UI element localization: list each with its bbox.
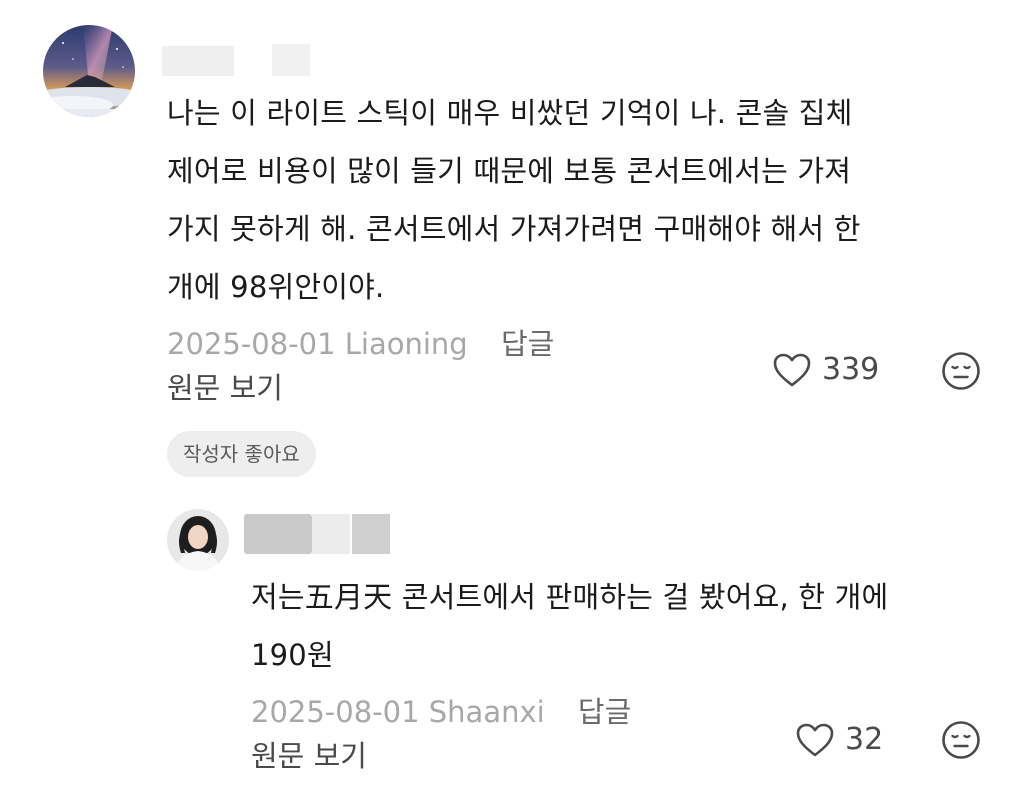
replier-username-redacted-2 [312,514,350,554]
reply-location: Shaanxi [428,695,545,729]
meh-face-icon[interactable] [941,351,981,391]
comment-body: 나는 이 라이트 스틱이 매우 비쌌던 기억이 나. 콘솔 집체 제어로 비용이… [167,90,861,310]
like-button[interactable]: 32 [795,720,883,760]
reply-meta: 2025-08-01 Shaanxi 답글 [251,694,631,730]
heart-outline-icon [772,352,812,388]
reply-line: 저는五月天 콘서트에서 판매하는 걸 봤어요, 한 개에 [251,580,889,614]
author-liked-badge: 작성자 좋아요 [167,431,316,477]
replier-avatar[interactable] [167,509,229,571]
commenter-avatar[interactable] [43,25,135,117]
replier-username-redacted-3 [352,514,390,554]
view-original-button[interactable]: 원문 보기 [251,738,367,774]
reply-body: 저는五月天 콘서트에서 판매하는 걸 봤어요, 한 개에 190원 [251,574,888,678]
like-count: 32 [845,722,884,757]
heart-outline-icon [795,722,835,758]
commenter-username-redacted-2 [272,44,310,76]
like-button[interactable]: 339 [772,350,879,390]
comment-line: 개에 98위안이야. [167,270,385,304]
reply-button[interactable]: 답글 [501,327,554,361]
reply-line: 190원 [251,638,334,672]
comment-line: 가지 못하게 해. 콘서트에서 가져가려면 구매해야 해서 한 [167,212,861,246]
reply-date: 2025-08-01 [251,695,420,729]
reply-button[interactable]: 답글 [578,695,631,729]
comment-line: 제어로 비용이 많이 들기 때문에 보통 콘서트에서는 가져 [167,154,852,188]
meh-face-icon[interactable] [941,720,981,760]
comment-location: Liaoning [344,327,468,361]
comment-meta: 2025-08-01 Liaoning 답글 [167,326,554,362]
like-count: 339 [822,352,880,387]
replier-username-redacted[interactable] [244,514,312,554]
view-original-button[interactable]: 원문 보기 [167,370,283,406]
comment-date: 2025-08-01 [167,327,336,361]
comment-line: 나는 이 라이트 스틱이 매우 비쌌던 기억이 나. 콘솔 집체 [167,96,853,130]
commenter-username-redacted[interactable] [162,46,234,76]
